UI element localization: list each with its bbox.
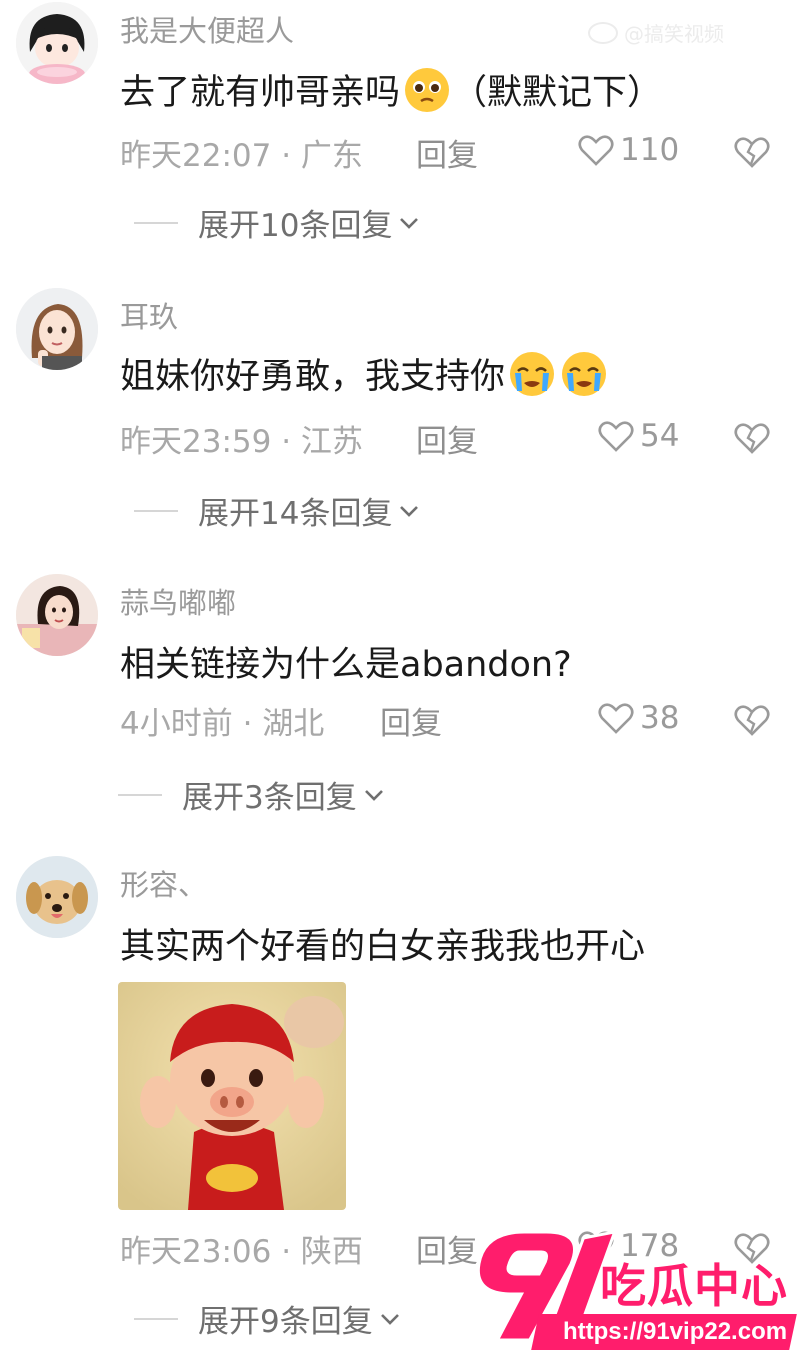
watermark-text: @搞笑视频 xyxy=(624,22,724,46)
girl-illustration-avatar-icon xyxy=(16,288,98,370)
reply-button[interactable]: 回复 xyxy=(416,1226,478,1271)
comment-time-location: 昨天23:59 · 江苏 xyxy=(120,424,363,460)
comment-meta: 昨天22:07 · 广东 回复 110 xyxy=(120,130,800,178)
chevron-down-icon xyxy=(380,1313,399,1325)
comment-text: 其实两个好看的白女亲我我也开心 xyxy=(120,918,645,969)
dislike-button[interactable] xyxy=(732,132,772,172)
avatar[interactable] xyxy=(16,574,98,656)
like-button[interactable]: 110 xyxy=(576,130,679,170)
expand-replies[interactable]: 展开10条回复 xyxy=(134,200,422,245)
crying-face-icon xyxy=(559,349,609,399)
avatar[interactable] xyxy=(16,288,98,370)
comment-time-location: 昨天22:07 · 广东 xyxy=(120,138,363,174)
comment-text: 姐妹你好勇敢，我支持你 xyxy=(120,348,609,399)
broken-heart-icon xyxy=(734,137,770,168)
weibo-logo-icon xyxy=(588,21,618,44)
divider xyxy=(134,509,178,512)
divider xyxy=(118,793,162,796)
reply-button[interactable]: 回复 xyxy=(416,130,478,175)
heart-icon xyxy=(578,135,614,166)
comment-text-main: 去了就有帅哥亲吗 xyxy=(120,73,401,113)
like-count: 54 xyxy=(640,418,680,454)
photo-avatar-icon xyxy=(16,574,98,656)
comment-text: 相关链接为什么是abandon? xyxy=(120,636,572,687)
dislike-button[interactable] xyxy=(732,700,772,740)
comment-meta: 4小时前 · 湖北 回复 38 xyxy=(120,698,800,746)
comment-text-suffix: （默默记下） xyxy=(452,73,663,113)
chevron-down-icon xyxy=(400,505,419,517)
avatar[interactable] xyxy=(16,856,98,938)
chevron-down-icon xyxy=(364,789,383,801)
comment-text-main: 姐妹你好勇敢，我支持你 xyxy=(120,357,506,397)
avatar[interactable] xyxy=(16,2,98,84)
divider xyxy=(134,221,178,224)
comment-meta: 昨天23:59 · 江苏 回复 54 xyxy=(120,416,800,464)
comment-time-location: 昨天23:06 · 陕西 xyxy=(120,1234,363,1270)
cartoon-pig-sticker[interactable] xyxy=(118,982,346,1210)
like-button[interactable]: 54 xyxy=(596,416,679,456)
comment-text-main: 相关链接为什么是abandon? xyxy=(120,645,572,685)
expand-replies-label: 展开9条回复 xyxy=(198,1304,373,1340)
username[interactable]: 耳玖 xyxy=(120,294,178,336)
comment-time-location: 4小时前 · 湖北 xyxy=(120,706,325,742)
comment-text-main: 其实两个好看的白女亲我我也开心 xyxy=(120,927,646,967)
username[interactable]: 形容、 xyxy=(120,862,207,904)
expand-replies[interactable]: 展开14条回复 xyxy=(134,488,422,533)
comment-list: @搞笑视频 我是大便超人 去了就有帅哥亲吗 （默默记下） 昨天22:07 · 广… xyxy=(0,0,800,1362)
like-count: 38 xyxy=(640,700,680,736)
username[interactable]: 我是大便超人 xyxy=(120,8,294,50)
reply-button[interactable]: 回复 xyxy=(416,416,478,461)
brand-name: 吃瓜中心 xyxy=(600,1259,788,1313)
watermark: @搞笑视频 xyxy=(588,18,724,47)
reply-button[interactable]: 回复 xyxy=(380,698,442,743)
expand-replies-label: 展开3条回复 xyxy=(182,780,357,816)
expand-replies-label: 展开14条回复 xyxy=(198,496,393,532)
cartoon-pig-image-icon xyxy=(118,982,346,1210)
brand-url[interactable]: https://91vip22.com xyxy=(531,1314,797,1350)
like-count: 110 xyxy=(620,132,680,168)
broken-heart-icon xyxy=(734,423,770,454)
like-button[interactable]: 38 xyxy=(596,698,679,738)
expand-replies[interactable]: 展开3条回复 xyxy=(118,772,387,817)
pleading-face-icon xyxy=(402,65,452,115)
dislike-button[interactable] xyxy=(732,418,772,458)
anime-girl-avatar-icon xyxy=(16,2,98,84)
heart-icon xyxy=(598,703,634,734)
broken-heart-icon xyxy=(734,705,770,736)
expand-replies-label: 展开10条回复 xyxy=(198,208,393,244)
comment-text: 去了就有帅哥亲吗 （默默记下） xyxy=(120,64,662,115)
crying-face-icon xyxy=(507,349,557,399)
puppy-avatar-icon xyxy=(16,856,98,938)
expand-replies[interactable]: 展开9条回复 xyxy=(134,1296,403,1341)
username[interactable]: 蒜鸟嘟嘟 xyxy=(120,580,236,622)
brand-url-text: https://91vip22.com xyxy=(563,1318,788,1345)
chevron-down-icon xyxy=(400,217,419,229)
heart-icon xyxy=(598,421,634,452)
divider xyxy=(134,1317,178,1320)
